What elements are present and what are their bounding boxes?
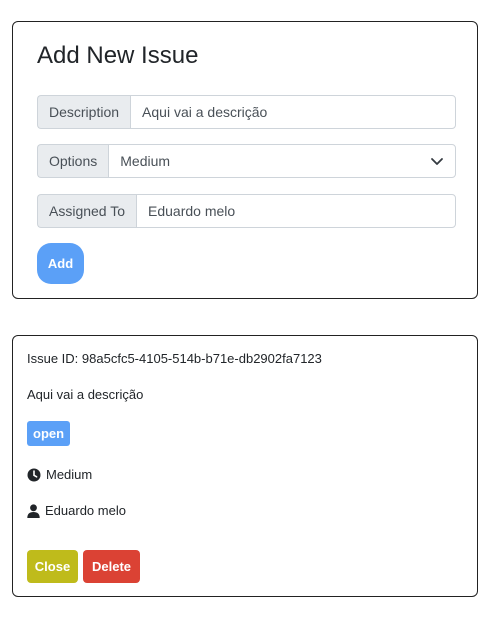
issue-description: Aqui vai a descrição <box>27 387 144 402</box>
options-group: Options Medium <box>37 144 456 178</box>
issue-card: Issue ID: 98a5cfc5-4105-514b-b71e-db2902… <box>12 335 478 597</box>
description-label: Description <box>37 95 131 129</box>
description-group: Description Aqui vai a descrição <box>37 95 456 129</box>
form-title: Add New Issue <box>37 42 199 69</box>
assigned-group: Assigned To Eduardo melo <box>37 194 456 228</box>
options-select[interactable]: Medium <box>108 144 456 178</box>
close-button[interactable]: Close <box>27 550 78 583</box>
add-button[interactable]: Add <box>37 243 84 284</box>
issue-id: Issue ID: 98a5cfc5-4105-514b-b71e-db2902… <box>27 351 322 366</box>
issue-severity: Medium <box>27 467 92 482</box>
assigned-label: Assigned To <box>37 194 137 228</box>
options-selected-value: Medium <box>120 153 171 169</box>
chevron-down-icon <box>430 154 444 168</box>
clock-icon <box>27 468 41 482</box>
description-input[interactable]: Aqui vai a descrição <box>130 95 456 129</box>
assignee-text: Eduardo melo <box>45 503 126 518</box>
delete-button[interactable]: Delete <box>83 550 140 583</box>
assigned-input[interactable]: Eduardo melo <box>136 194 456 228</box>
status-badge: open <box>27 421 71 446</box>
user-icon <box>27 503 40 518</box>
options-label: Options <box>37 144 109 178</box>
severity-text: Medium <box>46 467 93 482</box>
add-issue-form: Add New Issue Description Aqui vai a des… <box>12 21 478 299</box>
issue-assignee: Eduardo melo <box>27 503 126 518</box>
